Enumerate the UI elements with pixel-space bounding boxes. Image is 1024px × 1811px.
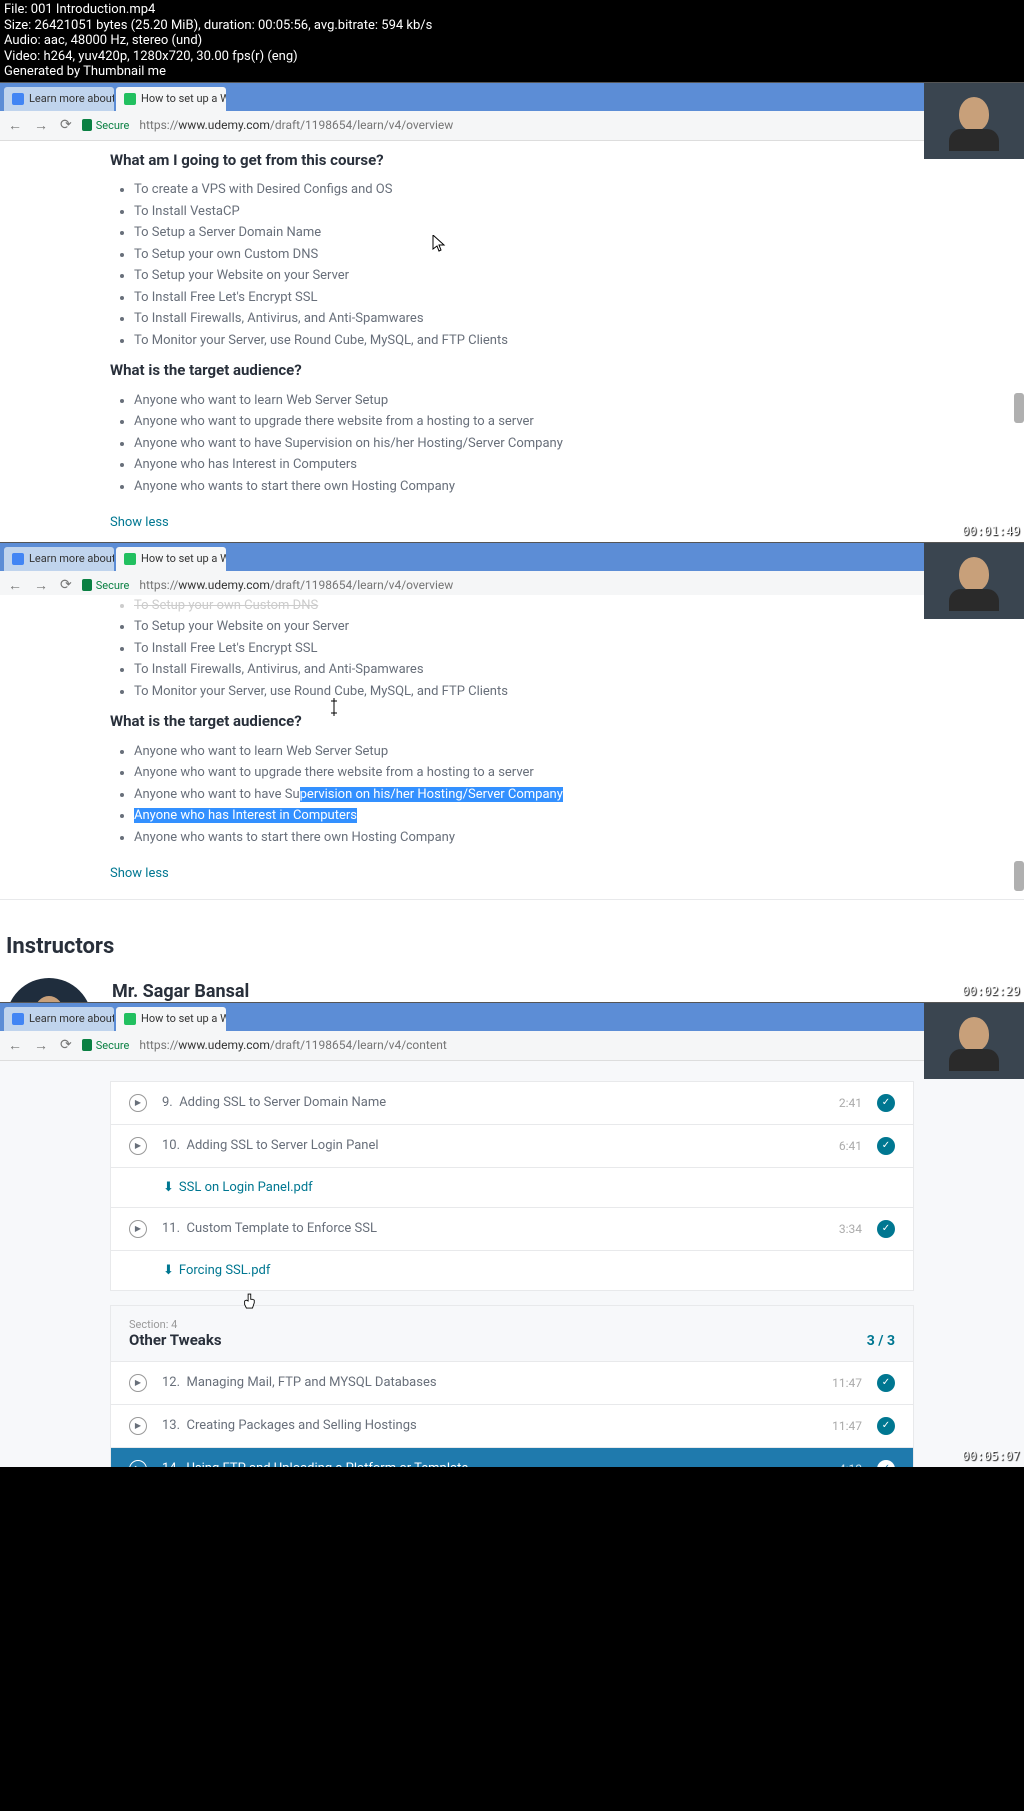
timestamp: 00:02:29 [962, 984, 1020, 998]
back-icon[interactable]: ← [8, 577, 22, 594]
webcam-overlay [924, 83, 1024, 159]
lecture-row[interactable]: ▶13. Creating Packages and Selling Hosti… [110, 1404, 914, 1448]
address-bar: ← → ⟳ Secure https://www.udemy.com/draft/1… [0, 1031, 1024, 1061]
tab-how-to-setup[interactable]: How to set up a Web Se× [116, 1007, 226, 1031]
goals-list: To create a VPS with Desired Configs and… [110, 179, 914, 351]
check-icon[interactable]: ✓ [877, 1417, 895, 1435]
lecture-row[interactable]: ▶9. Adding SSL to Server Domain Name2:41… [110, 1081, 914, 1125]
play-icon: ▶ [129, 1374, 147, 1392]
forward-icon[interactable]: → [34, 1037, 48, 1054]
download-icon: ⬇ [163, 1263, 174, 1278]
ffmpeg-metadata: File: 001 Introduction.mp4 Size: 2642105… [0, 0, 1024, 82]
show-less-link[interactable]: Show less [110, 513, 169, 533]
url-display[interactable]: https://www.udemy.com/draft/1198654/lear… [139, 1038, 1016, 1052]
lecture-row[interactable]: ▶11. Custom Template to Enforce SSL3:34✓ [110, 1207, 914, 1251]
heading-audience: What is the target audience? [110, 710, 914, 733]
play-icon: ▶ [129, 1460, 147, 1467]
tab-learn-more[interactable]: Learn more about Sagar× [4, 547, 114, 571]
timestamp: 00:05:07 [962, 1449, 1020, 1463]
play-icon: ▶ [129, 1137, 147, 1155]
check-icon[interactable]: ✓ [877, 1137, 895, 1155]
tab-how-to-setup[interactable]: How to set up a Web Se× [116, 87, 226, 111]
lecture-row[interactable]: ▶10. Adding SSL to Server Login Panel6:4… [110, 1124, 914, 1168]
tab-how-to-setup[interactable]: How to set up a Web Se× [116, 547, 226, 571]
lecture-row-active[interactable]: ▶14. Using FTP and Uploading a Platform … [110, 1447, 914, 1467]
webcam-overlay [924, 543, 1024, 619]
back-icon[interactable]: ← [8, 1037, 22, 1054]
reload-icon[interactable]: ⟳ [60, 1037, 72, 1054]
secure-badge: Secure [82, 579, 130, 592]
forward-icon[interactable]: → [34, 117, 48, 134]
play-icon: ▶ [129, 1220, 147, 1238]
goals-list-partial: To Setup your own Custom DNS To Setup yo… [110, 595, 914, 703]
play-icon: ▶ [129, 1094, 147, 1112]
resource-link[interactable]: ⬇SSL on Login Panel.pdf [110, 1167, 914, 1208]
url-display[interactable]: https://www.udemy.com/draft/1198654/lear… [139, 118, 1016, 132]
audience-list: Anyone who want to learn Web Server Setu… [110, 741, 914, 849]
address-bar: ← → ⟳ Secure https://www.udemy.com/draft/1… [0, 111, 1024, 141]
url-display[interactable]: https://www.udemy.com/draft/1198654/lear… [139, 578, 1016, 592]
lock-icon [82, 579, 92, 591]
check-icon[interactable]: ✓ [877, 1374, 895, 1392]
lecture-row[interactable]: ▶12. Managing Mail, FTP and MYSQL Databa… [110, 1361, 914, 1405]
section-progress: 3 / 3 [867, 1333, 895, 1349]
lock-icon [82, 119, 92, 131]
back-icon[interactable]: ← [8, 117, 22, 134]
scrollbar-thumb[interactable] [1014, 861, 1024, 891]
instructors-heading: Instructors [6, 930, 914, 963]
check-icon[interactable]: ✓ [877, 1460, 895, 1467]
curriculum: ▶9. Adding SSL to Server Domain Name2:41… [0, 1061, 1024, 1467]
check-icon[interactable]: ✓ [877, 1094, 895, 1112]
tab-learn-more[interactable]: Learn more about Sagar× [4, 87, 114, 111]
secure-badge: Secure [82, 119, 130, 132]
reload-icon[interactable]: ⟳ [60, 117, 72, 134]
browser-tabs: Learn more about Sagar× How to set up a … [0, 83, 1024, 111]
tab-learn-more[interactable]: Learn more about Sagar× [4, 1007, 114, 1031]
scrollbar-thumb[interactable] [1014, 393, 1024, 423]
instructor-name[interactable]: Mr. Sagar Bansal [112, 978, 642, 1002]
reload-icon[interactable]: ⟳ [60, 577, 72, 594]
secure-badge: Secure [82, 1039, 130, 1052]
forward-icon[interactable]: → [34, 577, 48, 594]
audience-list: Anyone who want to learn Web Server Setu… [110, 390, 914, 498]
selected-text: Anyone who has Interest in Computers [134, 808, 357, 823]
section-header[interactable]: Section: 4Other Tweaks 3 / 3 [110, 1305, 914, 1362]
browser-tabs: Learn more about Sagar× How to set up a … [0, 1003, 1024, 1031]
play-icon: ▶ [129, 1417, 147, 1435]
instructor-avatar [6, 978, 92, 1002]
show-less-link[interactable]: Show less [110, 864, 169, 884]
browser-tabs: Learn more about Sagar× How to set up a … [0, 543, 1024, 571]
timestamp: 00:01:49 [962, 524, 1020, 538]
check-icon[interactable]: ✓ [877, 1220, 895, 1238]
download-icon: ⬇ [163, 1180, 174, 1195]
heading-goals: What am I going to get from this course? [110, 149, 914, 172]
lock-icon [82, 1039, 92, 1051]
heading-audience: What is the target audience? [110, 359, 914, 382]
selected-text: pervision on his/her Hosting/Server Comp… [300, 787, 563, 802]
resource-link[interactable]: ⬇Forcing SSL.pdf [110, 1250, 914, 1291]
webcam-overlay [924, 1003, 1024, 1079]
